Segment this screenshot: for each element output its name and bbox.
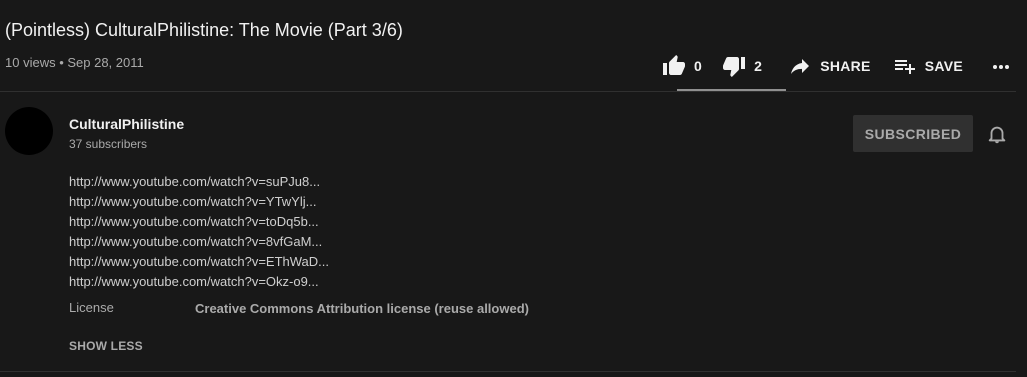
share-label: SHARE — [820, 58, 871, 74]
share-button[interactable]: SHARE — [788, 54, 871, 78]
save-label: SAVE — [924, 58, 963, 74]
description-link[interactable]: http://www.youtube.com/watch?v=8vfGaM... — [69, 232, 329, 252]
description-link[interactable]: http://www.youtube.com/watch?v=toDq5b... — [69, 212, 329, 232]
description-links: http://www.youtube.com/watch?v=suPJu8...… — [69, 172, 329, 292]
thumbs-down-icon — [722, 54, 746, 78]
playlist-add-icon — [893, 54, 917, 78]
channel-name[interactable]: CulturalPhilistine — [69, 116, 184, 132]
subscriber-count: 37 subscribers — [69, 137, 148, 151]
dislike-count: 2 — [754, 58, 763, 74]
description-link[interactable]: http://www.youtube.com/watch?v=suPJu8... — [69, 172, 329, 192]
like-button[interactable]: 0 — [662, 54, 702, 78]
video-actions: 0 2 SHARE SAVE — [662, 52, 1013, 80]
more-horiz-icon — [989, 54, 1013, 78]
sentiment-group: 0 2 — [662, 54, 788, 78]
video-title: (Pointless) CulturalPhilistine: The Movi… — [5, 20, 403, 40]
show-less-button[interactable]: SHOW LESS — [69, 339, 143, 353]
divider — [0, 371, 1016, 372]
share-arrow-icon — [788, 54, 812, 78]
divider — [0, 91, 1016, 92]
dislike-button[interactable]: 2 — [722, 54, 762, 78]
subscribed-button[interactable]: SUBSCRIBED — [853, 115, 973, 152]
license-label: License — [69, 300, 114, 315]
save-button[interactable]: SAVE — [893, 54, 963, 78]
description-link[interactable]: http://www.youtube.com/watch?v=EThWaD... — [69, 252, 329, 272]
channel-avatar[interactable] — [5, 107, 53, 155]
description-link[interactable]: http://www.youtube.com/watch?v=YTwYlj... — [69, 192, 329, 212]
more-actions-button[interactable] — [989, 54, 1013, 78]
notification-bell-icon[interactable] — [986, 123, 1008, 150]
video-meta: 10 views • Sep 28, 2011 — [5, 55, 144, 70]
thumbs-up-icon — [662, 54, 686, 78]
like-count: 0 — [694, 58, 703, 74]
description-link[interactable]: http://www.youtube.com/watch?v=Okz-o9... — [69, 272, 329, 292]
license-link[interactable]: Creative Commons Attribution license (re… — [195, 301, 529, 316]
